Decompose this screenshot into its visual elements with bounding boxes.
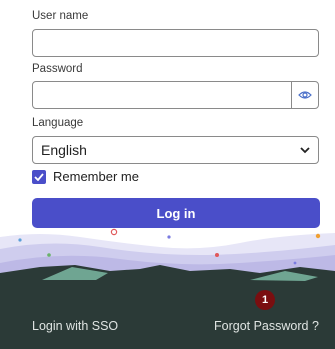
language-selected-value: English	[41, 142, 87, 158]
username-label: User name	[32, 10, 89, 22]
remember-me-label: Remember me	[53, 169, 139, 184]
eye-icon	[298, 91, 312, 99]
language-select[interactable]: English	[32, 136, 319, 164]
forgot-password-link[interactable]: Forgot Password ?	[214, 319, 319, 333]
remember-me-checkbox[interactable]: Remember me	[32, 169, 139, 184]
checkmark-icon	[34, 172, 44, 181]
password-label: Password	[32, 63, 83, 75]
password-field	[32, 81, 319, 109]
password-input[interactable]	[32, 81, 292, 109]
username-input[interactable]	[32, 29, 319, 57]
login-button[interactable]: Log in	[32, 198, 320, 228]
login-with-sso-link[interactable]: Login with SSO	[32, 319, 118, 333]
notification-badge: 1	[255, 290, 275, 310]
show-password-button[interactable]	[291, 81, 319, 109]
chevron-down-icon	[300, 146, 310, 153]
language-label: Language	[32, 117, 84, 129]
checkbox-checked-icon[interactable]	[32, 169, 46, 184]
